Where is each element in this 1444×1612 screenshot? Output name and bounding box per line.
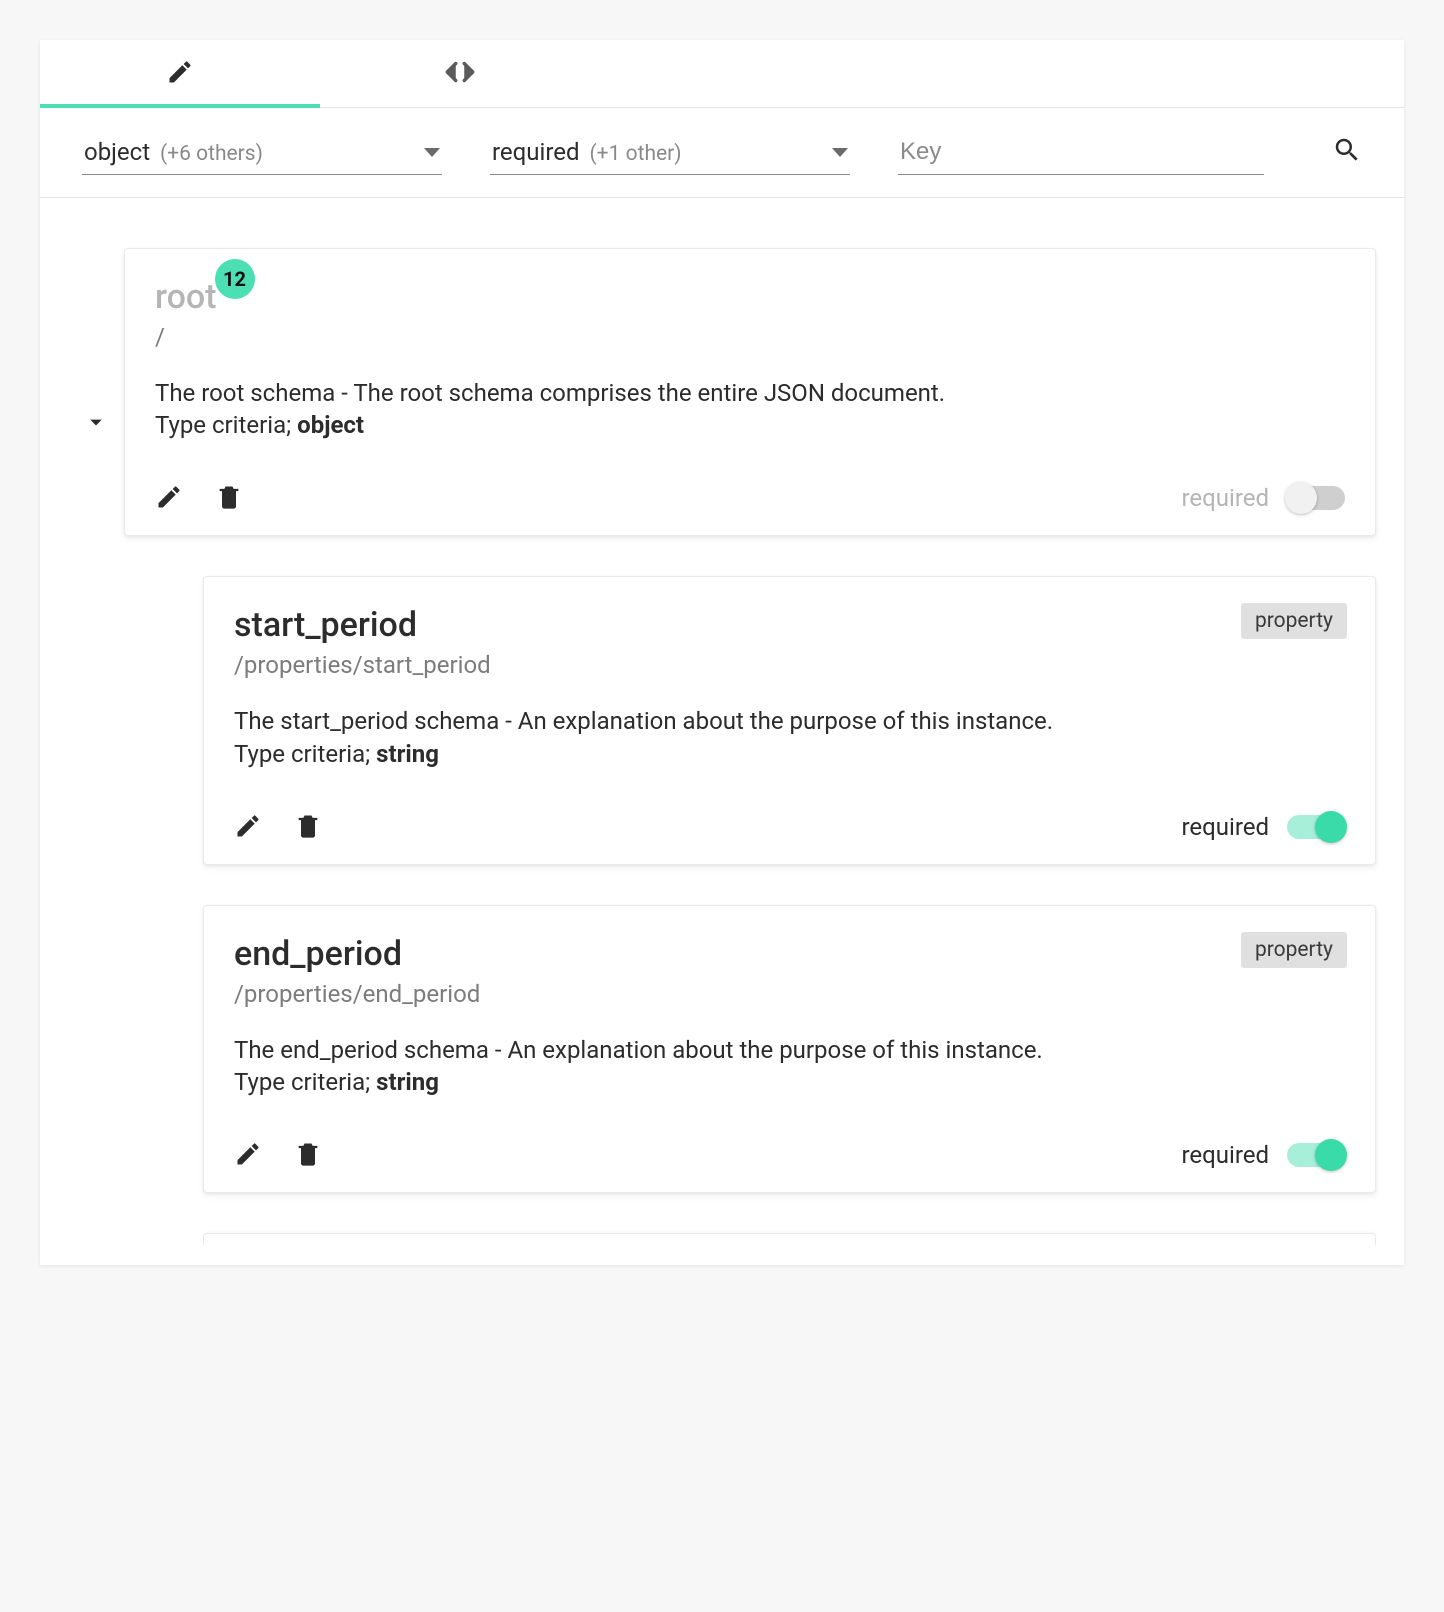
property-card: property end_period /properties/end_peri… bbox=[203, 905, 1376, 1193]
edit-button[interactable] bbox=[234, 812, 264, 842]
edit-button[interactable] bbox=[155, 483, 185, 513]
schema-editor-app: object (+6 others) required (+1 other) bbox=[40, 40, 1404, 1265]
type-filter-select[interactable]: object (+6 others) bbox=[82, 132, 442, 175]
root-row: root 12 / The root schema - The root sch… bbox=[68, 248, 1376, 576]
next-card-peek bbox=[203, 1233, 1376, 1245]
tab-form-editor[interactable] bbox=[40, 40, 320, 107]
tab-bar bbox=[40, 40, 1404, 108]
property-path: /properties/end_period bbox=[234, 980, 1345, 1008]
required-toggle[interactable] bbox=[1287, 815, 1345, 839]
chevron-down-icon bbox=[832, 148, 848, 157]
expand-toggle[interactable] bbox=[82, 408, 110, 436]
property-badge: property bbox=[1241, 932, 1347, 968]
root-card: root 12 / The root schema - The root sch… bbox=[124, 248, 1376, 536]
property-type-criteria: Type criteria; string bbox=[234, 740, 1345, 768]
required-filter-select[interactable]: required (+1 other) bbox=[490, 132, 850, 175]
property-card: property start_period /properties/start_… bbox=[203, 576, 1376, 864]
tab-code-view[interactable] bbox=[320, 40, 600, 107]
delete-button[interactable] bbox=[294, 1140, 324, 1170]
delete-button[interactable] bbox=[294, 812, 324, 842]
key-search-field[interactable] bbox=[898, 132, 1264, 175]
pencil-icon bbox=[166, 58, 194, 90]
property-title: start_period bbox=[234, 605, 417, 645]
property-description: The end_period schema - An explanation a… bbox=[234, 1034, 1345, 1066]
chevron-down-icon bbox=[424, 148, 440, 157]
property-badge: property bbox=[1241, 603, 1347, 639]
root-type-criteria: Type criteria; object bbox=[155, 411, 1345, 439]
search-button[interactable] bbox=[1332, 135, 1362, 175]
schema-body: root 12 / The root schema - The root sch… bbox=[40, 198, 1404, 1265]
property-path: /properties/start_period bbox=[234, 651, 1345, 679]
code-icon bbox=[443, 55, 477, 93]
required-label: required bbox=[1181, 1141, 1269, 1169]
delete-button[interactable] bbox=[215, 483, 245, 513]
type-filter-label: object (+6 others) bbox=[84, 138, 263, 166]
required-filter-label: required (+1 other) bbox=[492, 138, 682, 166]
root-path: / bbox=[155, 323, 1345, 351]
required-label: required bbox=[1181, 813, 1269, 841]
property-title: end_period bbox=[234, 934, 402, 974]
root-title: root 12 bbox=[155, 277, 217, 317]
search-icon bbox=[1332, 150, 1362, 169]
required-toggle[interactable] bbox=[1287, 1143, 1345, 1167]
property-type-criteria: Type criteria; string bbox=[234, 1068, 1345, 1096]
required-label: required bbox=[1181, 484, 1269, 512]
key-search-input[interactable] bbox=[900, 138, 1262, 166]
root-description: The root schema - The root schema compri… bbox=[155, 377, 1345, 409]
required-toggle[interactable] bbox=[1287, 486, 1345, 510]
child-count-badge: 12 bbox=[215, 259, 255, 299]
root-children: property start_period /properties/start_… bbox=[203, 576, 1376, 1193]
filter-bar: object (+6 others) required (+1 other) bbox=[40, 108, 1404, 198]
edit-button[interactable] bbox=[234, 1140, 264, 1170]
property-description: The start_period schema - An explanation… bbox=[234, 705, 1345, 737]
